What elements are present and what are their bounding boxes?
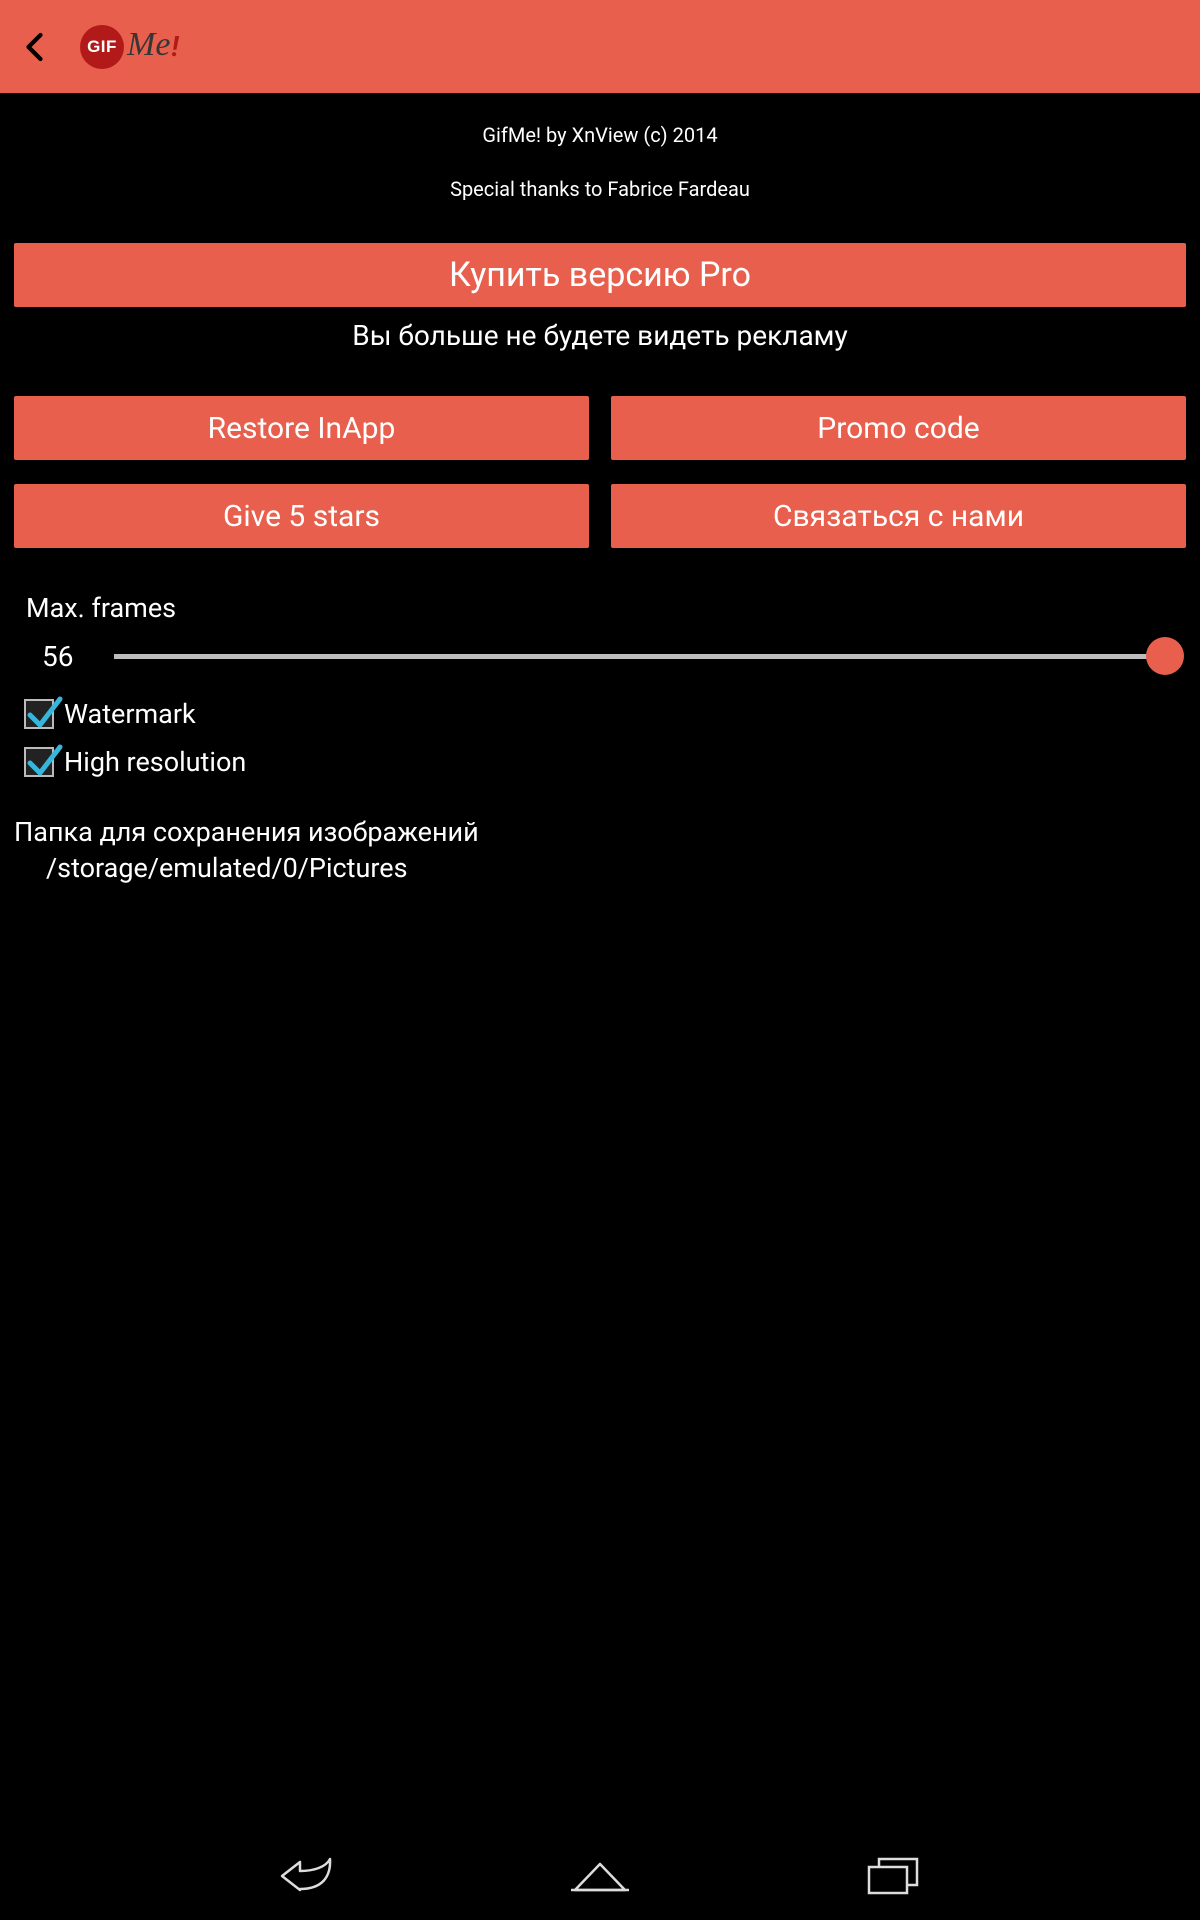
- max-frames-label: Max. frames: [26, 592, 1186, 624]
- buy-pro-button[interactable]: Купить версию Pro: [14, 243, 1186, 307]
- nav-back-icon: [278, 1855, 336, 1897]
- nav-back-button[interactable]: [272, 1852, 342, 1900]
- contact-us-button[interactable]: Связаться с нами: [611, 484, 1186, 548]
- logo-circle-icon: GIF: [80, 25, 124, 69]
- buy-pro-label: Купить версию Pro: [449, 255, 751, 295]
- about-copyright-text: GifMe! by XnView (c) 2014: [14, 123, 1186, 147]
- max-frames-slider-row: 56: [14, 638, 1186, 674]
- watermark-checkbox[interactable]: [24, 699, 54, 729]
- back-button[interactable]: [18, 29, 54, 65]
- navigation-bar: [0, 1832, 1200, 1920]
- max-frames-slider[interactable]: [114, 638, 1166, 674]
- watermark-label: Watermark: [64, 698, 196, 730]
- content-area: GifMe! by XnView (c) 2014 Special thanks…: [0, 123, 1200, 884]
- checkmark-icon: [24, 693, 64, 733]
- app-header: GIF Me !: [0, 0, 1200, 93]
- restore-inapp-button[interactable]: Restore InApp: [14, 396, 589, 460]
- watermark-row[interactable]: Watermark: [24, 698, 1186, 730]
- give-five-stars-label: Give 5 stars: [223, 499, 380, 534]
- give-five-stars-button[interactable]: Give 5 stars: [14, 484, 589, 548]
- restore-inapp-label: Restore InApp: [208, 411, 396, 446]
- nav-recent-button[interactable]: [858, 1852, 928, 1900]
- save-folder-path[interactable]: /storage/emulated/0/Pictures: [46, 852, 1186, 884]
- save-folder-label: Папка для сохранения изображений: [14, 816, 1186, 848]
- contact-us-label: Связаться с нами: [773, 499, 1024, 534]
- logo-me-text: Me: [127, 26, 170, 64]
- promo-code-label: Promo code: [817, 411, 979, 446]
- promo-code-button[interactable]: Promo code: [611, 396, 1186, 460]
- logo-gif-text: GIF: [87, 37, 117, 57]
- checkmark-icon: [24, 741, 64, 781]
- chevron-left-icon: [18, 29, 54, 65]
- nav-home-icon: [569, 1856, 631, 1896]
- logo-bang-text: !: [171, 30, 178, 63]
- high-resolution-row[interactable]: High resolution: [24, 746, 1186, 778]
- nav-recent-icon: [866, 1855, 920, 1897]
- no-ads-text: Вы больше не будете видеть рекламу: [14, 319, 1186, 352]
- about-thanks-text: Special thanks to Fabrice Fardeau: [14, 177, 1186, 201]
- button-grid: Restore InApp Promo code Give 5 stars Св…: [14, 396, 1186, 548]
- app-logo: GIF Me !: [80, 25, 179, 69]
- slider-track: [114, 654, 1166, 659]
- nav-home-button[interactable]: [565, 1852, 635, 1900]
- slider-thumb[interactable]: [1146, 637, 1184, 675]
- high-resolution-checkbox[interactable]: [24, 747, 54, 777]
- high-resolution-label: High resolution: [64, 746, 246, 778]
- max-frames-value: 56: [42, 640, 114, 673]
